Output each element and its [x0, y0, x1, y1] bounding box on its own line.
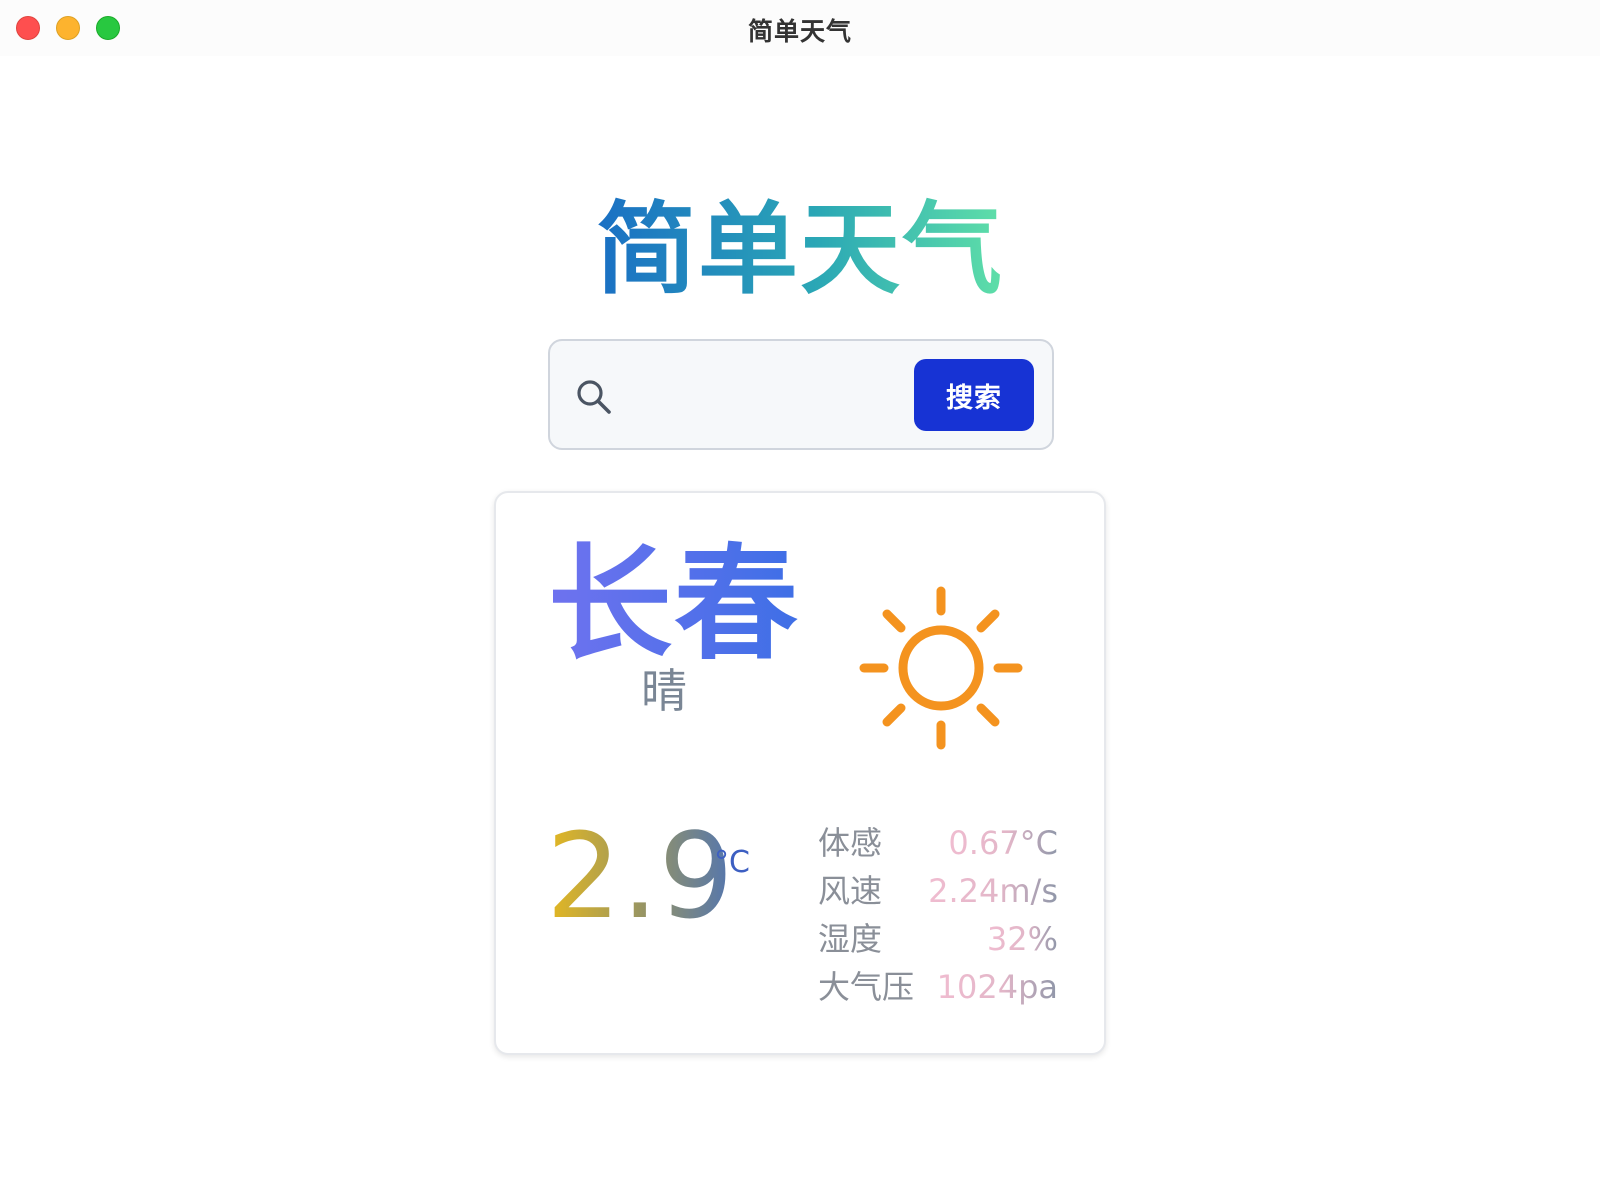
detail-row-feels-like: 体感 0.67°C	[818, 821, 1058, 869]
app-title: 简单天气	[0, 190, 1600, 310]
app-title-text: 简单天气	[596, 191, 1004, 308]
weather-condition: 晴	[641, 664, 687, 718]
temperature-value: 2.9	[546, 807, 734, 945]
humidity-value: 32%	[986, 920, 1058, 958]
search-input[interactable]	[630, 367, 900, 423]
pressure-value: 1024pa	[936, 968, 1058, 1006]
search-bar: 搜索	[548, 339, 1054, 450]
app-window: 简单天气 简单天气 搜索 长春 晴 2.9 °C 体感 0.67°C 风速 2.…	[0, 0, 1600, 1200]
humidity-label: 湿度	[818, 920, 883, 958]
title-bar: 简单天气	[0, 0, 1600, 56]
search-icon	[577, 380, 611, 414]
detail-row-pressure: 大气压 1024pa	[818, 965, 1058, 1013]
detail-row-humidity: 湿度 32%	[818, 917, 1058, 965]
city-name: 长春	[548, 535, 800, 675]
wind-speed-value: 2.24m/s	[928, 872, 1058, 910]
window-title: 简单天气	[747, 17, 852, 46]
wind-speed-label: 风速	[818, 872, 883, 910]
search-button[interactable]: 搜索	[914, 359, 1034, 431]
feels-like-value: 0.67°C	[948, 824, 1058, 862]
feels-like-label: 体感	[818, 824, 883, 862]
temperature: 2.9	[546, 811, 734, 941]
city-name-text: 长春	[548, 533, 801, 677]
detail-row-wind-speed: 风速 2.24m/s	[818, 869, 1058, 917]
weather-card: 长春 晴 2.9 °C 体感 0.67°C 风速 2.24m/s 湿度 32% …	[494, 491, 1106, 1055]
temperature-unit: °C	[714, 845, 750, 880]
pressure-label: 大气压	[818, 968, 915, 1006]
sun-icon	[859, 586, 1023, 750]
weather-details: 体感 0.67°C 风速 2.24m/s 湿度 32% 大气压 1024pa	[818, 821, 1058, 1013]
